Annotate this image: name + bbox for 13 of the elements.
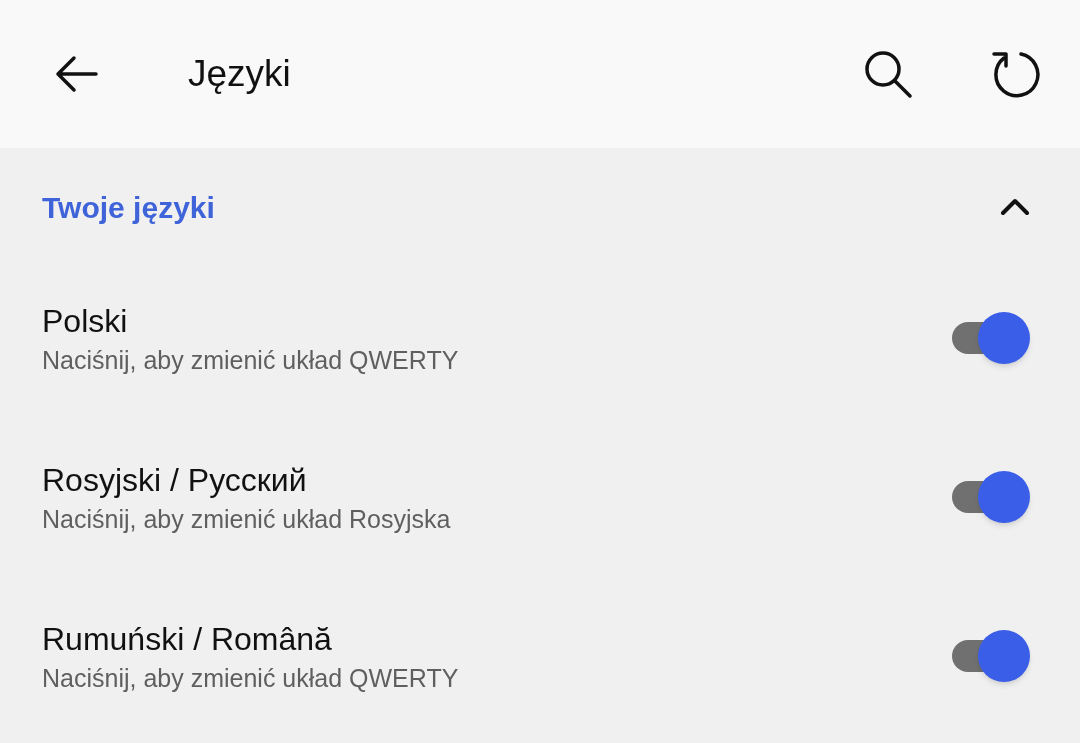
language-name: Rosyjski / Русский: [42, 460, 308, 500]
language-subtitle: Naciśnij, aby zmienić układ QWERTY: [42, 662, 459, 694]
back-arrow-icon: [54, 55, 98, 93]
language-name: Rumuński / Română: [42, 619, 333, 659]
search-icon: [863, 49, 913, 99]
language-subtitle: Naciśnij, aby zmienić układ QWERTY: [42, 344, 459, 376]
language-subtitle: Naciśnij, aby zmienić układ Rosyjska: [42, 503, 451, 535]
screen-title: Języki: [188, 52, 292, 97]
language-row[interactable]: Rumuński / Română Naciśnij, aby zmienić układ QWERTY: [0, 576, 1080, 735]
chevron-up-icon: [1000, 198, 1030, 216]
language-row[interactable]: Rosyjski / Русский Naciśnij, aby zmienić układ Rosyjska: [0, 417, 1080, 576]
section-title: Twoje języki: [42, 189, 215, 226]
language-name: Polski: [42, 301, 129, 341]
